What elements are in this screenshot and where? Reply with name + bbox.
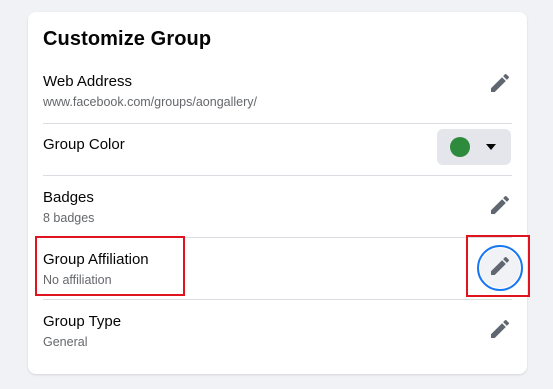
row-label: Group Color <box>43 136 125 153</box>
pencil-icon <box>488 71 512 100</box>
settings-row-group-color: Group Color <box>28 114 527 176</box>
caret-down-icon <box>486 144 496 150</box>
customize-group-card: Customize Group Web Address www.facebook… <box>28 12 527 374</box>
edit-group-type-button[interactable] <box>480 311 520 351</box>
settings-row-group-affiliation: Group Affiliation No affiliation <box>28 238 527 300</box>
edit-badges-button[interactable] <box>480 187 520 227</box>
edit-web-address-button[interactable] <box>480 65 520 105</box>
edit-group-affiliation-button[interactable] <box>477 245 523 291</box>
pencil-icon <box>488 193 512 222</box>
pencil-icon <box>488 317 512 346</box>
settings-row-badges: Badges 8 badges <box>28 176 527 238</box>
row-value: www.facebook.com/groups/aongallery/ <box>43 95 258 109</box>
group-color-dropdown[interactable] <box>437 129 511 165</box>
row-label: Group Type <box>43 313 122 330</box>
row-value: 8 badges <box>43 211 95 225</box>
row-value: No affiliation <box>43 273 112 287</box>
settings-row-group-type: Group Type General <box>28 300 527 362</box>
color-swatch <box>450 137 470 157</box>
pencil-icon <box>488 254 512 283</box>
card-title: Customize Group <box>43 28 212 50</box>
row-label: Web Address <box>43 73 132 90</box>
row-label: Badges <box>43 189 94 206</box>
row-label: Group Affiliation <box>43 251 149 268</box>
row-value: General <box>43 335 88 349</box>
